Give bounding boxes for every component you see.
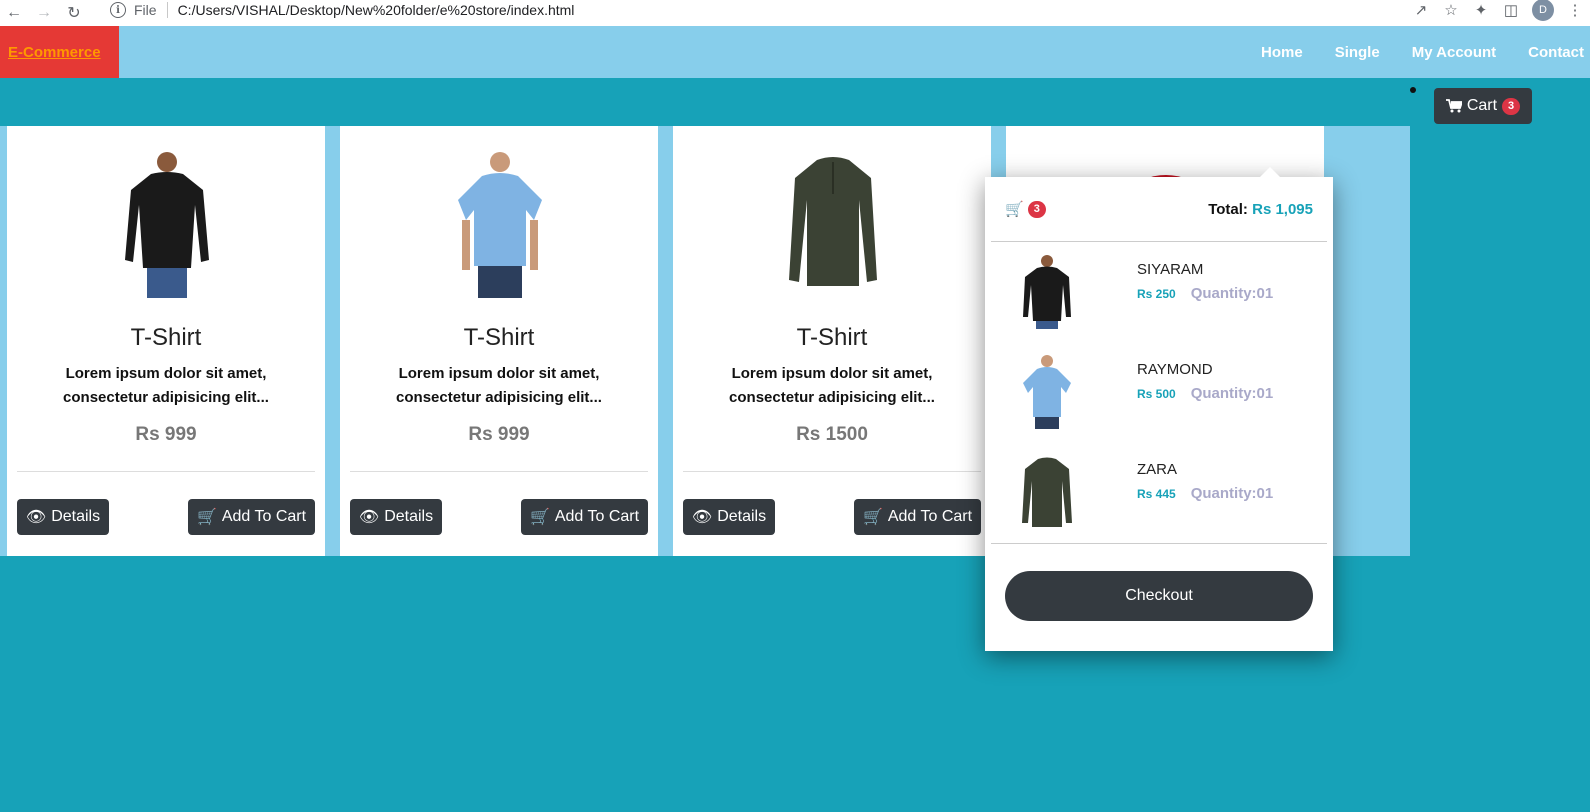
eye-icon: 👁 bbox=[25, 509, 47, 526]
cart-item-thumbnail bbox=[1023, 255, 1071, 329]
file-label: File bbox=[134, 2, 157, 18]
add-to-cart-button[interactable]: 🛒 Add To Cart bbox=[521, 499, 648, 535]
cart-button-label: Cart bbox=[1466, 97, 1498, 114]
cart-plus-icon: 🛒 bbox=[862, 509, 883, 526]
cart-count-badge: 3 bbox=[1502, 97, 1521, 115]
reload-icon[interactable]: ↻ bbox=[62, 3, 86, 23]
product-card: T-Shirt Lorem ipsum dolor sit amet, cons… bbox=[340, 126, 658, 556]
eye-icon: 👁 bbox=[691, 509, 713, 526]
product-price: Rs 1500 bbox=[796, 424, 868, 445]
add-to-cart-button[interactable]: 🛒 Add To Cart bbox=[854, 499, 981, 535]
cart-item-thumbnail bbox=[1023, 355, 1071, 429]
product-description: Lorem ipsum dolor sit amet, consectetur … bbox=[729, 365, 935, 406]
cart-item: ZARA Rs 445 Quantity:01 bbox=[1005, 455, 1315, 535]
menu-icon[interactable]: ⋮ bbox=[1560, 1, 1590, 19]
product-image-green-henley bbox=[789, 157, 877, 286]
product-card: T-Shirt Lorem ipsum dolor sit amet, cons… bbox=[7, 126, 325, 556]
add-to-cart-label: Add To Cart bbox=[221, 508, 307, 525]
browser-toolbar: ← → ↻ i File C:/Users/VISHAL/Desktop/New… bbox=[0, 0, 1590, 26]
details-label: Details bbox=[384, 508, 434, 525]
cart-item-price: Rs 250 bbox=[1137, 287, 1176, 301]
cart-icon: 🛒 bbox=[1005, 201, 1024, 218]
cart-item-quantity: Quantity:01 bbox=[1190, 385, 1274, 402]
add-to-cart-label: Add To Cart bbox=[887, 508, 973, 525]
details-label: Details bbox=[51, 508, 101, 525]
address-separator bbox=[166, 2, 168, 18]
product-image-blue-shirt bbox=[458, 152, 542, 298]
url-text[interactable]: C:/Users/VISHAL/Desktop/New%20folder/e%2… bbox=[178, 2, 575, 18]
list-bullet bbox=[1410, 87, 1416, 93]
cart-item: RAYMOND Rs 500 Quantity:01 bbox=[1005, 355, 1315, 435]
eye-icon: 👁 bbox=[358, 509, 380, 526]
product-title: T-Shirt bbox=[796, 324, 868, 351]
cart-icon bbox=[1445, 99, 1462, 113]
add-to-cart-label: Add To Cart bbox=[554, 508, 640, 525]
cart-button[interactable]: Cart 3 bbox=[1434, 88, 1532, 124]
back-arrow-icon[interactable]: ← bbox=[2, 3, 26, 23]
product-title: T-Shirt bbox=[463, 324, 535, 351]
browser-actions: ↗ ☆ ✦ ◫ D ⋮ bbox=[1406, 0, 1590, 21]
cart-item-quantity: Quantity:01 bbox=[1190, 285, 1274, 302]
product-title: T-Shirt bbox=[130, 324, 202, 351]
cart-item-thumbnail bbox=[1022, 457, 1072, 527]
card-divider bbox=[17, 471, 315, 472]
total-label: Total: bbox=[1208, 200, 1248, 218]
product-price: Rs 999 bbox=[468, 424, 530, 445]
site-navbar: E-Commerce Home Single My Account Contac… bbox=[0, 26, 1590, 78]
cart-plus-icon: 🛒 bbox=[196, 509, 217, 526]
cart-dropdown: 🛒 3 Total: Rs 1,095 SIYARAM Rs 250 Quant… bbox=[985, 167, 1333, 651]
cart-item-price: Rs 445 bbox=[1137, 487, 1176, 501]
cart-item: SIYARAM Rs 250 Quantity:01 bbox=[1005, 255, 1315, 335]
brand-link[interactable]: E-Commerce bbox=[8, 44, 101, 61]
details-button[interactable]: 👁 Details bbox=[350, 499, 442, 535]
nav-contact[interactable]: Contact bbox=[1528, 44, 1584, 61]
dropdown-divider bbox=[991, 543, 1327, 544]
cart-dropdown-count-badge: 3 bbox=[1027, 200, 1046, 218]
share-icon[interactable]: ↗ bbox=[1406, 1, 1436, 19]
product-image-black-shirt bbox=[125, 152, 209, 298]
total-value: Rs 1,095 bbox=[1252, 200, 1313, 218]
checkout-button[interactable]: Checkout bbox=[1005, 571, 1313, 621]
info-icon[interactable]: i bbox=[110, 2, 126, 18]
extensions-icon[interactable]: ✦ bbox=[1466, 1, 1496, 19]
nav-links: Home Single My Account Contact bbox=[1261, 26, 1590, 78]
product-description: Lorem ipsum dolor sit amet, consectetur … bbox=[396, 365, 602, 406]
dropdown-divider bbox=[991, 241, 1327, 242]
cart-item-name: SIYARAM bbox=[1137, 261, 1204, 278]
forward-arrow-icon[interactable]: → bbox=[32, 3, 56, 23]
nav-home[interactable]: Home bbox=[1261, 44, 1303, 61]
details-button[interactable]: 👁 Details bbox=[683, 499, 775, 535]
cart-dropdown-header: 🛒 3 Total: Rs 1,095 bbox=[1005, 199, 1313, 219]
cart-item-quantity: Quantity:01 bbox=[1190, 485, 1274, 502]
address-bar[interactable]: i File C:/Users/VISHAL/Desktop/New%20fol… bbox=[100, 0, 1450, 20]
cart-item-name: ZARA bbox=[1137, 461, 1178, 478]
sidepanel-icon[interactable]: ◫ bbox=[1496, 1, 1526, 19]
cart-plus-icon: 🛒 bbox=[529, 509, 550, 526]
product-price: Rs 999 bbox=[135, 424, 197, 445]
nav-my-account[interactable]: My Account bbox=[1412, 44, 1496, 61]
cart-item-price: Rs 500 bbox=[1137, 387, 1176, 401]
star-icon[interactable]: ☆ bbox=[1436, 1, 1466, 19]
product-card: T-Shirt Lorem ipsum dolor sit amet, cons… bbox=[673, 126, 991, 556]
details-label: Details bbox=[717, 508, 767, 525]
profile-avatar[interactable]: D bbox=[1532, 0, 1554, 21]
cart-item-name: RAYMOND bbox=[1137, 361, 1213, 378]
card-divider bbox=[683, 471, 981, 472]
brand-block: E-Commerce bbox=[0, 26, 119, 78]
card-divider bbox=[350, 471, 648, 472]
product-description: Lorem ipsum dolor sit amet, consectetur … bbox=[63, 365, 269, 406]
cart-total: Total: Rs 1,095 bbox=[1208, 201, 1313, 218]
add-to-cart-button[interactable]: 🛒 Add To Cart bbox=[188, 499, 315, 535]
nav-single[interactable]: Single bbox=[1335, 44, 1380, 61]
details-button[interactable]: 👁 Details bbox=[17, 499, 109, 535]
